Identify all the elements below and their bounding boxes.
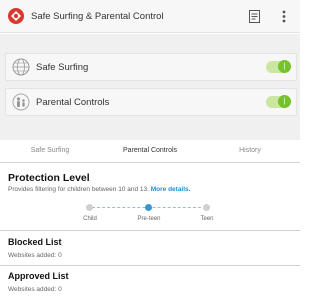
app-logo-icon xyxy=(6,6,26,26)
tab-bar: Safe Surfing Parental Controls History xyxy=(0,140,300,163)
approved-list-count: Websites added: 0 xyxy=(8,286,62,293)
approved-list-item[interactable]: Approved List Websites added: 0 xyxy=(0,266,300,300)
safe-surfing-label: Safe Surfing xyxy=(36,61,89,73)
protection-level-title: Protection Level xyxy=(8,172,90,184)
tab-history[interactable]: History xyxy=(200,140,300,162)
more-details-link[interactable]: More details. xyxy=(151,186,191,193)
level-label-teen: Teen xyxy=(200,216,214,222)
protection-level-description: Provides filtering for children between … xyxy=(8,186,190,193)
switch-on-icon: | xyxy=(278,95,291,108)
overflow-menu-icon[interactable] xyxy=(278,9,290,23)
parental-controls-switch[interactable]: | xyxy=(266,95,291,108)
document-icon[interactable] xyxy=(248,9,260,23)
safe-surfing-switch[interactable]: | xyxy=(266,60,291,73)
toggle-panel: Safe Surfing | Parental Controls | xyxy=(0,34,300,140)
globe-icon xyxy=(11,57,31,77)
level-label-child: Child xyxy=(83,216,97,222)
protection-description-text: Provides filtering for children between … xyxy=(8,186,149,193)
blocked-list-title: Blocked List xyxy=(8,237,62,247)
app-bar: Safe Surfing & Parental Control xyxy=(0,0,300,33)
slider-stop-pre-teen[interactable] xyxy=(145,204,152,211)
parental-controls-label: Parental Controls xyxy=(36,96,110,108)
slider-stop-child[interactable] xyxy=(86,204,93,211)
blocked-list-item[interactable]: Blocked List Websites added: 0 xyxy=(0,231,300,265)
parental-controls-row[interactable]: Parental Controls | xyxy=(5,88,297,116)
family-icon xyxy=(11,92,31,112)
switch-on-icon: | xyxy=(278,60,291,73)
blocked-list-count: Websites added: 0 xyxy=(8,252,62,259)
slider-stop-teen[interactable] xyxy=(203,204,210,211)
level-label-pre-teen: Pre-teen xyxy=(137,216,161,222)
tab-parental-controls[interactable]: Parental Controls xyxy=(100,140,200,162)
tab-safe-surfing[interactable]: Safe Surfing xyxy=(0,140,100,162)
approved-list-title: Approved List xyxy=(8,271,69,281)
safe-surfing-row[interactable]: Safe Surfing | xyxy=(5,53,297,81)
app-title: Safe Surfing & Parental Control xyxy=(31,10,164,22)
